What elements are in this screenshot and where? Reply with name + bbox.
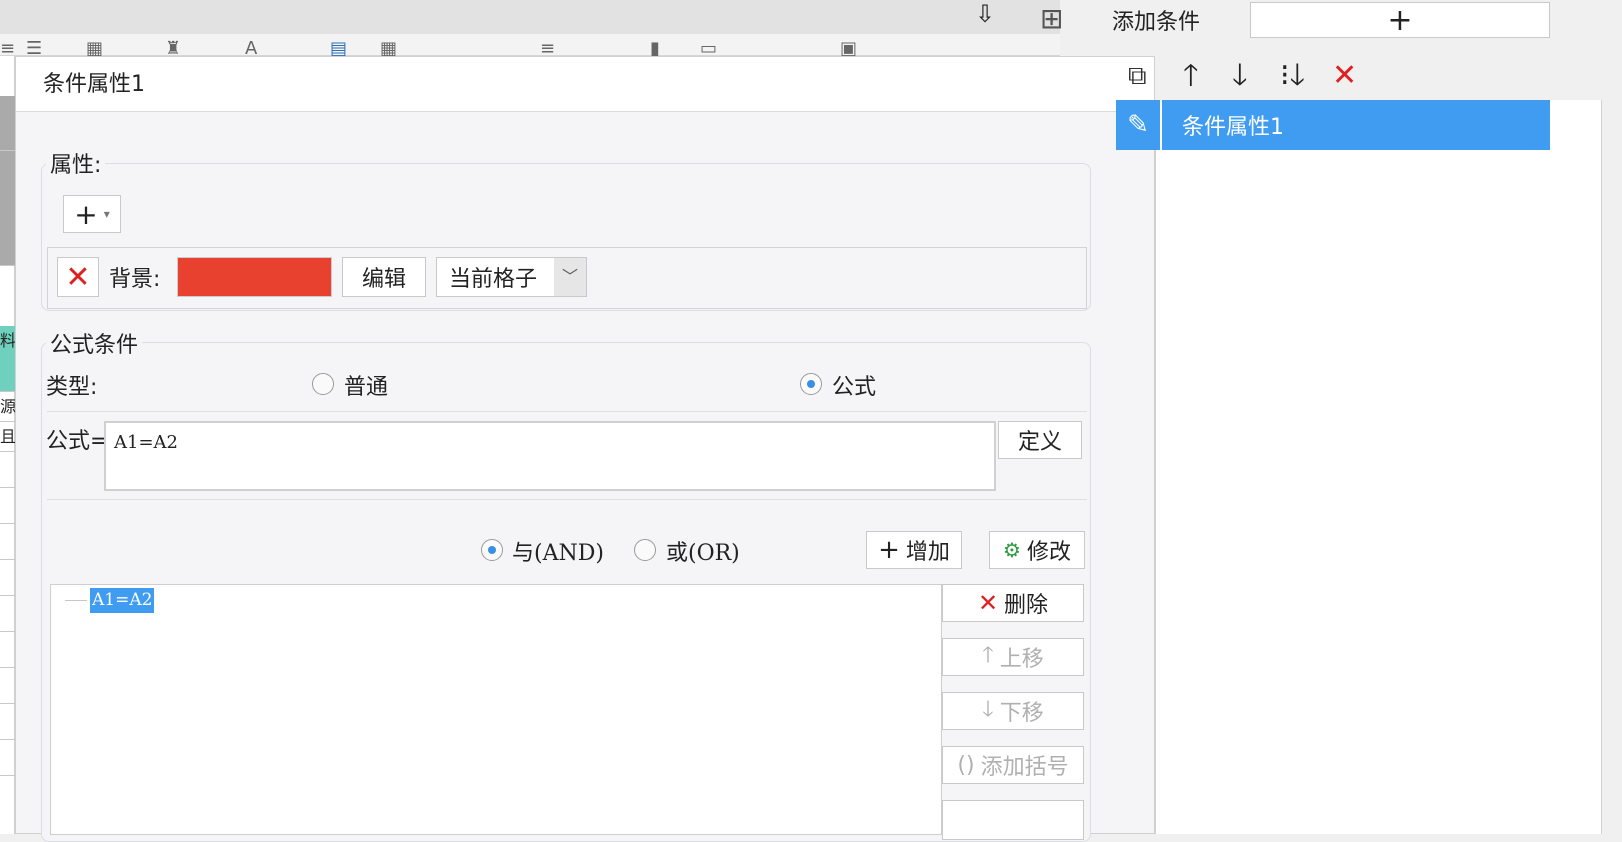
condition-list-item[interactable]: ✎ 条件属性1 [1116, 100, 1550, 150]
sheet-cell[interactable] [0, 596, 15, 632]
arrow-down-icon: 🡓 [982, 697, 994, 722]
plus-icon: + [878, 535, 900, 565]
divider [47, 499, 1087, 500]
modify-condition-button[interactable]: ⚙ 修改 [989, 531, 1085, 569]
divider [47, 411, 1087, 412]
cell-text: 源 [0, 397, 15, 416]
add-condition-label: 增加 [905, 540, 950, 565]
logic-or-label: 或(OR) [666, 541, 740, 566]
sheet-cell[interactable] [0, 151, 15, 266]
type-label: 类型: [46, 375, 98, 400]
remove-property-button[interactable]: ✕ [57, 257, 99, 297]
type-normal-radio[interactable] [312, 373, 334, 395]
condition-list [1155, 100, 1602, 834]
type-formula-label: 公式 [832, 375, 877, 400]
gear-icon: ⚙ [1003, 538, 1021, 562]
move-up-label: 上移 [999, 647, 1044, 672]
condition-list-item-label: 条件属性1 [1182, 115, 1284, 140]
logic-and-radio[interactable] [481, 539, 503, 561]
scope-select[interactable]: 当前格子 ﹀ [436, 257, 587, 297]
scope-select-value: 当前格子 [449, 267, 538, 292]
condition-tree[interactable]: A1=A2 [50, 584, 942, 835]
logic-or-radio[interactable] [634, 539, 656, 561]
sheet-cell[interactable] [0, 740, 15, 776]
add-bracket-label: 添加括号 [980, 755, 1069, 780]
app-format-toolbar [0, 34, 1060, 56]
sheet-left-column: 料 源 且 [0, 56, 15, 834]
sheet-cell[interactable]: 源 [0, 392, 15, 422]
close-icon: ✕ [977, 589, 999, 617]
sheet-cell[interactable] [0, 488, 15, 524]
sheet-cell[interactable] [0, 560, 15, 596]
add-bracket-button[interactable]: () 添加括号 [942, 746, 1084, 784]
arrow-down-icon[interactable]: 🡓 [1232, 58, 1248, 94]
add-condition-label: 添加条件 [1112, 10, 1201, 35]
formula-label: 公式= [46, 429, 109, 454]
background-color-swatch[interactable] [177, 257, 332, 297]
move-to-bottom-icon[interactable]: ⁝🡓 [1280, 58, 1305, 94]
arrow-up-icon: 🡑 [982, 643, 994, 668]
copy-icon[interactable]: ⧉ [1128, 58, 1147, 94]
app-toolbar [0, 0, 1060, 34]
add-condition-plus-button[interactable]: + [1250, 2, 1550, 38]
move-down-label: 下移 [999, 701, 1044, 726]
sheet-cell[interactable] [0, 704, 15, 740]
dialog-title: 条件属性1 [16, 57, 1154, 112]
sheet-cell[interactable] [0, 668, 15, 704]
arrow-up-icon[interactable]: 🡑 [1183, 58, 1199, 94]
sheet-cell[interactable] [0, 632, 15, 668]
bracket-icon: () [957, 752, 975, 778]
tree-line [65, 600, 87, 601]
cell-text: 且 [0, 427, 15, 446]
close-icon[interactable]: ✕ [1332, 58, 1357, 94]
move-down-button[interactable]: 🡓 下移 [942, 692, 1084, 730]
sheet-cell[interactable] [0, 452, 15, 488]
extra-button[interactable] [942, 800, 1084, 840]
formula-condition-title: 公式条件 [46, 327, 143, 359]
properties-group-title: 属性: [46, 147, 106, 179]
sheet-cell[interactable] [0, 96, 15, 151]
move-up-button[interactable]: 🡑 上移 [942, 638, 1084, 676]
edit-button[interactable]: 编辑 [342, 257, 426, 297]
condition-attribute-dialog: 条件属性1 属性: + ▾ ✕ 背景: 编辑 当前格子 ﹀ 公式条件 类型: 普通… [15, 56, 1155, 842]
add-condition-button[interactable]: + 增加 [866, 531, 962, 569]
condition-tree-item[interactable]: A1=A2 [90, 588, 155, 613]
pencil-icon: ✎ [1116, 100, 1162, 150]
modify-condition-label: 修改 [1026, 540, 1071, 565]
sheet-cell[interactable] [0, 524, 15, 560]
sheet-cell[interactable]: 且 [0, 422, 15, 452]
sheet-cell[interactable]: 料 [0, 326, 15, 392]
add-property-button[interactable]: + ▾ [63, 195, 121, 233]
delete-button[interactable]: ✕ 删除 [942, 584, 1084, 622]
cell-text: 料 [0, 331, 15, 350]
type-normal-label: 普通 [344, 375, 389, 400]
plus-icon: + [74, 197, 98, 231]
type-formula-radio[interactable] [800, 373, 822, 395]
background-label: 背景: [109, 267, 161, 292]
logic-and-label: 与(AND) [512, 541, 604, 566]
delete-label: 删除 [1004, 593, 1049, 618]
chevron-down-icon: ﹀ [554, 258, 586, 296]
cursor-icon: ⇩ [975, 0, 996, 28]
close-icon: ✕ [65, 259, 91, 295]
define-button[interactable]: 定义 [998, 421, 1082, 459]
dropdown-arrow-icon: ▾ [103, 207, 110, 221]
grid-icon[interactable]: ⊞ [1040, 2, 1063, 35]
formula-input[interactable]: A1=A2 [104, 421, 996, 491]
